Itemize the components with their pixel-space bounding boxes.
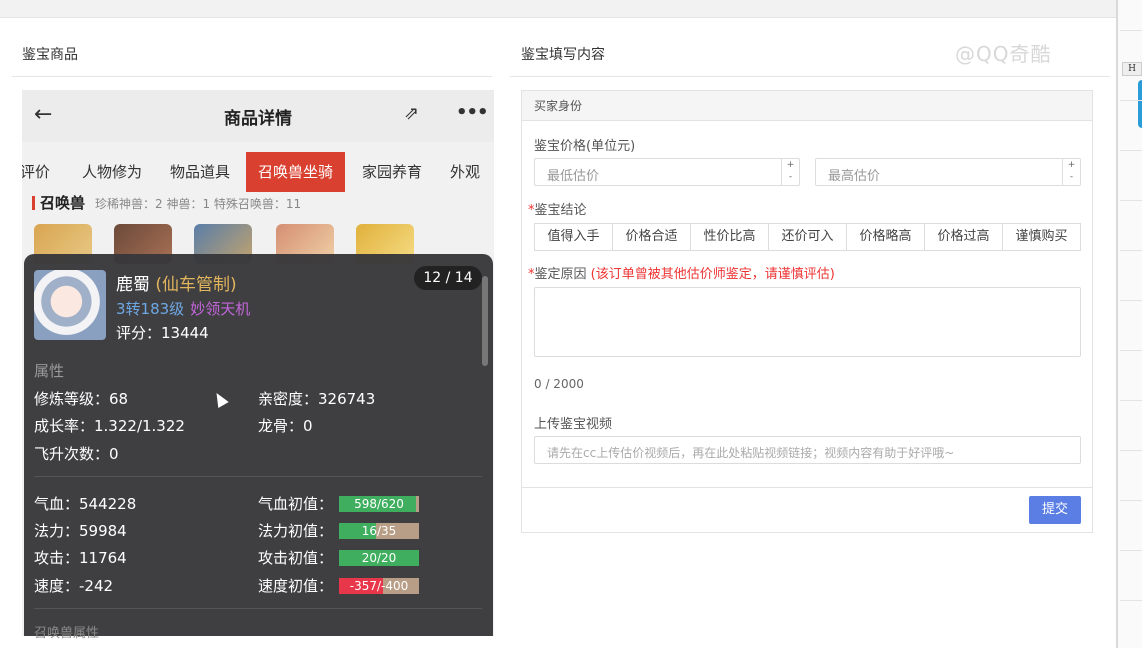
- spreadsheet-strip: H: [1116, 0, 1142, 648]
- pet-label: 召唤兽: [40, 194, 86, 212]
- option-fair-price[interactable]: 价格合适: [613, 224, 691, 250]
- attr-hp-initial: 气血初值：: [258, 495, 334, 513]
- attr-speed-initial: 速度初值：: [258, 577, 334, 595]
- reason-label: *鉴定原因 (该订单曾被其他估价师鉴定，请谨慎评估): [528, 267, 835, 282]
- option-too-high[interactable]: 价格过高: [925, 224, 1003, 250]
- scrollbar[interactable]: [482, 276, 488, 366]
- submit-button[interactable]: 提交: [1029, 496, 1081, 524]
- price-label: 鉴宝价格(单位元): [534, 139, 636, 154]
- min-price-placeholder: 最低估价: [547, 169, 600, 184]
- attr-hp: 气血：544228: [34, 495, 137, 513]
- attr-speed: 速度：-242: [34, 577, 114, 595]
- page-title: 商品详情: [224, 109, 292, 129]
- side-tab[interactable]: [1138, 80, 1142, 128]
- left-section-title: 鉴宝商品: [22, 47, 78, 63]
- pet-skill: 妙领天机: [190, 300, 251, 318]
- reason-textarea[interactable]: [534, 287, 1081, 357]
- option-negotiable[interactable]: 还价可入: [769, 224, 847, 250]
- pet-counts: 珍稀神兽：2 神兽：1 特殊召唤兽：11: [95, 197, 302, 211]
- option-good-value[interactable]: 性价比高: [691, 224, 769, 250]
- watermark: @QQ奇酷: [955, 42, 1052, 66]
- top-bar: [0, 0, 1116, 18]
- reason-warning: (该订单曾被其他估价师鉴定，请谨慎评估): [590, 267, 835, 282]
- tab-character[interactable]: 人物修为: [82, 152, 142, 192]
- stat-cultivation: 修炼等级：68: [34, 390, 129, 408]
- stepper-icon[interactable]: + -: [781, 159, 799, 185]
- pet-avatar: [34, 270, 106, 340]
- more-icon[interactable]: •••: [456, 102, 489, 123]
- attr-attack: 攻击：11764: [34, 549, 127, 567]
- video-link-input[interactable]: 请先在cc上传估价视频后，再在此处粘贴视频链接；视频内容有助于好评哦~: [534, 436, 1081, 464]
- option-worth-buying[interactable]: 值得入手: [535, 224, 613, 250]
- pet-subtitle: (仙车管制): [155, 275, 237, 295]
- stat-growth: 成长率：1.322/1.322: [34, 417, 185, 435]
- divider: [510, 76, 1110, 77]
- category-tabs: 评价 人物修为 物品道具 召唤兽坐骑 家园养育 外观: [22, 152, 494, 192]
- buyer-identity-header: 买家身份: [522, 91, 1092, 121]
- attack-initial-bar: 20/20: [339, 550, 419, 566]
- column-header: H: [1122, 62, 1142, 76]
- tab-items[interactable]: 物品道具: [170, 152, 230, 192]
- tab-pets[interactable]: 召唤兽坐骑: [246, 152, 346, 192]
- max-price-placeholder: 最高估价: [828, 169, 881, 184]
- speed-initial-bar: -357/-400: [339, 578, 419, 594]
- conclusion-options: 值得入手 价格合适 性价比高 还价可入 价格略高 价格过高 谨慎购买: [534, 223, 1081, 251]
- pet-counter: 12 / 14: [414, 266, 482, 290]
- pet-name: 鹿蜀: [116, 275, 150, 295]
- char-count: 0 / 2000: [534, 377, 584, 391]
- stat-ascension: 飞升次数：0: [34, 445, 119, 463]
- stepper-icon[interactable]: + -: [1062, 159, 1080, 185]
- section-attributes: 属性: [34, 362, 65, 380]
- tab-home[interactable]: 家园养育: [362, 152, 422, 192]
- mp-initial-bar: 16/35: [339, 523, 419, 539]
- stat-intimacy: 亲密度：326743: [258, 390, 376, 408]
- share-icon[interactable]: ⇗: [404, 103, 419, 124]
- option-slightly-high[interactable]: 价格略高: [847, 224, 925, 250]
- tab-appearance[interactable]: 外观: [450, 152, 480, 192]
- conclusion-label: *鉴宝结论: [528, 203, 587, 218]
- section-pet-attributes: 召唤兽属性: [34, 626, 100, 641]
- pet-level-row: 3转183级 妙领天机: [116, 298, 250, 319]
- stat-dragon-bone: 龙骨：0: [258, 417, 313, 435]
- mouse-cursor-icon: [211, 389, 229, 409]
- attr-attack-initial: 攻击初值：: [258, 549, 334, 567]
- pet-score: 评分：13444: [116, 324, 209, 342]
- attr-mp-initial: 法力初值：: [258, 522, 334, 540]
- video-placeholder: 请先在cc上传估价视频后，再在此处粘贴视频链接；视频内容有助于好评哦~: [547, 446, 955, 460]
- pet-detail-card: 鹿蜀 (仙车管制) 12 / 14 3转183级 妙领天机 评分：13444 属性…: [24, 254, 493, 641]
- divider: [12, 76, 492, 77]
- pet-name-row: 鹿蜀 (仙车管制): [116, 270, 237, 295]
- option-cautious[interactable]: 谨慎购买: [1003, 224, 1080, 250]
- attr-mp: 法力：59984: [34, 522, 127, 540]
- nav-bar: ← 商品详情 ⇗ •••: [22, 90, 494, 142]
- video-label: 上传鉴宝视频: [534, 417, 613, 432]
- pet-level: 3转183级: [116, 300, 185, 318]
- right-section-title: 鉴宝填写内容: [521, 47, 605, 63]
- min-price-input[interactable]: 最低估价 + -: [534, 158, 800, 186]
- appraisal-form: 买家身份 鉴宝价格(单位元) 最低估价 + - 最高估价 + - *鉴宝结论 值得入…: [521, 90, 1093, 533]
- hp-initial-bar: 598/620: [339, 496, 419, 512]
- max-price-input[interactable]: 最高估价 + -: [815, 158, 1081, 186]
- tab-review[interactable]: 评价: [22, 152, 50, 192]
- pet-summary: 召唤兽 珍稀神兽：2 神兽：1 特殊召唤兽：11: [32, 192, 301, 212]
